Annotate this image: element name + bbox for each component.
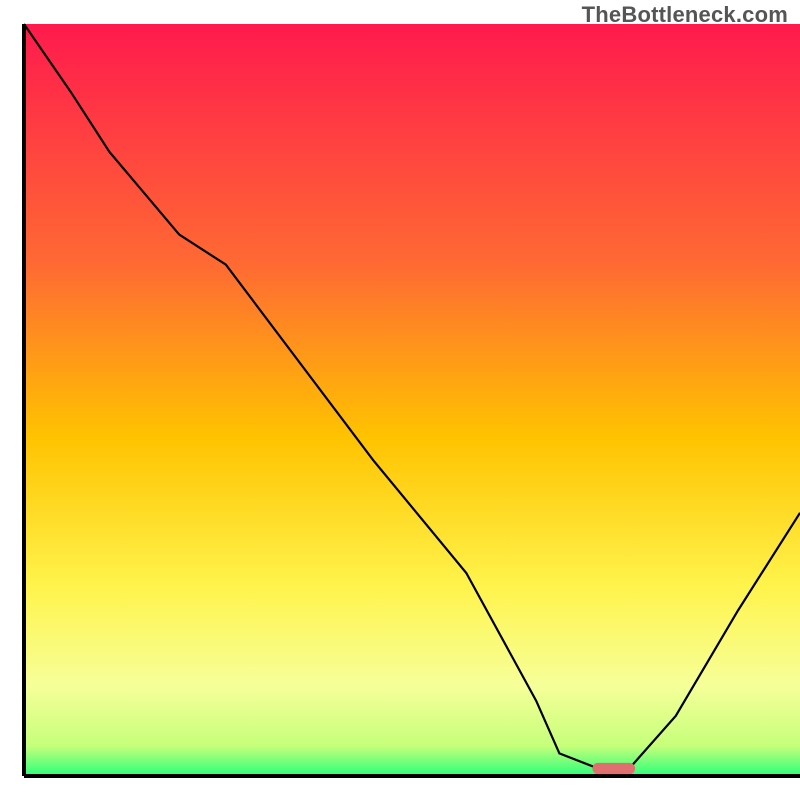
bottleneck-chart [0,0,800,800]
watermark-text: TheBottleneck.com [582,2,788,28]
plot-background [24,24,800,776]
chart-container: TheBottleneck.com [0,0,800,800]
optimal-marker [592,763,635,774]
